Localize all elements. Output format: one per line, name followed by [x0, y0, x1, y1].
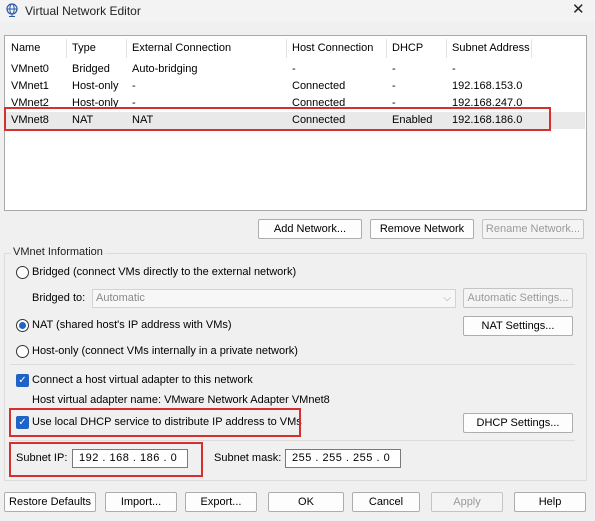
add-network-button[interactable]: Add Network... [258, 219, 362, 239]
import-button[interactable]: Import... [105, 492, 177, 512]
cell-external: Auto-bridging [132, 63, 198, 75]
chevron-down-icon: ⌵ [443, 293, 451, 304]
column-header-host[interactable]: Host Connection [292, 42, 373, 54]
column-divider[interactable] [531, 39, 532, 58]
group-label: VMnet Information [11, 246, 105, 258]
divider [10, 364, 575, 365]
column-divider[interactable] [286, 39, 287, 58]
cell-dhcp: - [392, 80, 396, 92]
subnet-mask-input[interactable]: 255 . 255 . 255 . 0 [285, 449, 401, 468]
column-header-external[interactable]: External Connection [132, 42, 231, 54]
cancel-button[interactable]: Cancel [352, 492, 420, 512]
bridged-label[interactable]: Bridged (connect VMs directly to the ext… [32, 266, 296, 278]
title-bar: Virtual Network Editor ✕ [0, 0, 595, 22]
bridged-to-value: Automatic [96, 292, 145, 304]
host-only-label[interactable]: Host-only (connect VMs internally in a p… [32, 345, 298, 357]
column-header-type[interactable]: Type [72, 42, 96, 54]
column-header-name[interactable]: Name [11, 42, 40, 54]
nat-radio[interactable] [16, 319, 29, 332]
cell-external: - [132, 80, 136, 92]
export-button[interactable]: Export... [185, 492, 257, 512]
column-header-subnet[interactable]: Subnet Address [452, 42, 530, 54]
column-divider[interactable] [126, 39, 127, 58]
column-divider[interactable] [386, 39, 387, 58]
nat-settings-button[interactable]: NAT Settings... [463, 316, 573, 336]
table-row[interactable]: VMnet0 Bridged Auto-bridging - - - [6, 61, 585, 78]
table-row[interactable]: VMnet1 Host-only - Connected - 192.168.1… [6, 78, 585, 95]
highlight-subnet-ip [9, 442, 203, 477]
network-globe-icon [6, 3, 18, 17]
cell-dhcp: - [392, 63, 396, 75]
automatic-settings-button[interactable]: Automatic Settings... [463, 288, 573, 308]
cell-host: - [292, 63, 296, 75]
highlight-dhcp [9, 408, 301, 437]
adapter-name-label: Host virtual adapter name: VMware Networ… [32, 394, 330, 406]
connect-adapter-checkbox[interactable]: ✓ [16, 374, 29, 387]
close-icon[interactable]: ✕ [572, 2, 585, 18]
bridged-to-label: Bridged to: [32, 292, 86, 304]
cell-type: Bridged [72, 63, 110, 75]
dhcp-settings-button[interactable]: DHCP Settings... [463, 413, 573, 433]
column-divider[interactable] [446, 39, 447, 58]
cell-subnet: 192.168.153.0 [452, 80, 523, 92]
column-header-dhcp[interactable]: DHCP [392, 42, 423, 54]
bridged-radio[interactable] [16, 266, 29, 279]
connect-adapter-label[interactable]: Connect a host virtual adapter to this n… [32, 374, 253, 386]
divider [10, 440, 575, 441]
restore-defaults-button[interactable]: Restore Defaults [4, 492, 96, 512]
cell-type: Host-only [72, 80, 119, 92]
window-title: Virtual Network Editor [25, 4, 141, 18]
host-only-radio[interactable] [16, 345, 29, 358]
subnet-mask-label: Subnet mask: [214, 452, 282, 464]
cell-name: VMnet1 [11, 80, 49, 92]
cell-name: VMnet0 [11, 63, 49, 75]
remove-network-button[interactable]: Remove Network [370, 219, 474, 239]
bridged-to-select[interactable]: Automatic ⌵ [92, 289, 456, 308]
help-button[interactable]: Help [514, 492, 586, 512]
cell-host: Connected [292, 80, 346, 92]
apply-button[interactable]: Apply [431, 492, 503, 512]
column-divider[interactable] [66, 39, 67, 58]
ok-button[interactable]: OK [268, 492, 344, 512]
rename-network-button[interactable]: Rename Network... [482, 219, 584, 239]
nat-label[interactable]: NAT (shared host's IP address with VMs) [32, 319, 232, 331]
highlight-selected-row [4, 107, 551, 131]
cell-subnet: - [452, 63, 456, 75]
